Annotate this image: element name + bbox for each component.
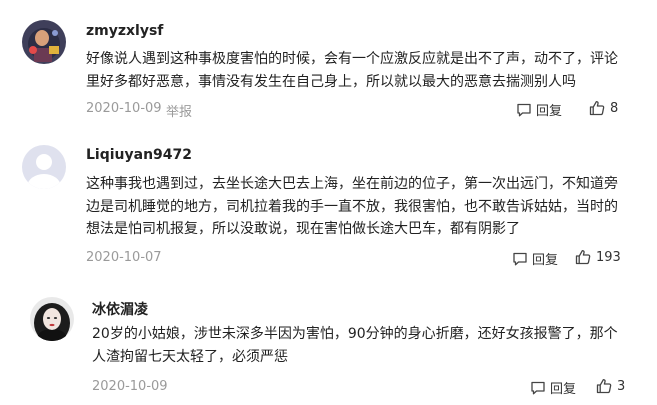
like-count: 3 — [617, 378, 626, 394]
comment-item: zmyzxlysf 好像说人遇到这种事极度害怕的时候，会有一个应激反应就是出不了… — [0, 0, 657, 130]
comment-text-line: 好像说人遇到这种事极度害怕的时候，会有一个应激反应就是出不了声，动不了，评论 — [86, 51, 618, 67]
avatar[interactable] — [30, 297, 74, 341]
reply-icon — [517, 103, 531, 116]
like-button[interactable]: 8 — [589, 100, 618, 116]
username[interactable]: zmyzxlysf — [86, 23, 163, 39]
username[interactable]: 冰依湄凌 — [92, 299, 148, 319]
comment-date: 2020-10-09 — [92, 379, 168, 394]
thumbs-up-icon — [596, 378, 612, 394]
like-count: 8 — [610, 100, 619, 116]
user-photo-avatar-icon — [30, 297, 74, 341]
default-user-avatar-icon — [22, 145, 66, 189]
comment-text-line: 边是司机睡觉的地方，司机拉着我的手一直不放，我很害怕，也不敢告诉姑姑，当时的 — [86, 198, 618, 215]
reply-icon — [531, 381, 545, 394]
username[interactable]: Liqiuyan9472 — [86, 147, 192, 163]
reply-label: 回复 — [532, 253, 559, 268]
like-button[interactable]: 193 — [575, 249, 621, 265]
avatar[interactable] — [22, 145, 66, 189]
reply-button[interactable]: 回复 — [512, 249, 558, 268]
user-photo-avatar-icon — [22, 20, 66, 64]
reply-label: 回复 — [550, 382, 577, 397]
comment-text: 20岁的小姑娘，涉世未深多半因为害怕，90分钟的身心折磨，还好女孩报警了，那个 … — [92, 323, 618, 368]
comment-item: Liqiuyan9472 这种事我也遇到过，去坐长途大巴去上海，坐在前边的位子，… — [0, 130, 657, 280]
comment-item: 冰依湄凌 20岁的小姑娘，涉世未深多半因为害怕，90分钟的身心折磨，还好女孩报警… — [0, 280, 657, 405]
comment-text-line: 20岁的小姑娘，涉世未深多半因为害怕，90分钟的身心折磨，还好女孩报警了，那个 — [92, 326, 618, 342]
comment-date: 2020-10-07 — [86, 250, 162, 265]
comment-text-line: 这种事我也遇到过，去坐长途大巴去上海，坐在前边的位子，第一次出远门，不知道旁 — [86, 176, 618, 192]
reply-button[interactable]: 回复 — [530, 378, 576, 397]
like-button[interactable]: 3 — [596, 378, 625, 394]
reply-label: 回复 — [536, 104, 563, 119]
comment-text: 这种事我也遇到过，去坐长途大巴去上海，坐在前边的位子，第一次出远门，不知道旁 边… — [86, 173, 618, 241]
comment-text-line: 里好多都好恶意，事情没有发生在自己身上，所以就以最大的恶意去揣测别人吗 — [86, 73, 576, 90]
reply-button[interactable]: 回复 — [516, 100, 562, 119]
like-count: 193 — [596, 249, 621, 265]
avatar[interactable] — [22, 20, 66, 64]
thumbs-up-icon — [589, 100, 605, 116]
comment-text-line: 想法是怕司机报复，所以没敢说，现在害怕做长途大巴车，都有阴影了 — [86, 221, 520, 237]
reply-icon — [513, 252, 527, 265]
report-button[interactable]: 举报 — [166, 101, 192, 120]
comment-text-line: 人渣拘留七天太轻了，必须严惩 — [92, 348, 288, 365]
comment-date: 2020-10-09 — [86, 101, 162, 116]
thumbs-up-icon — [575, 249, 591, 265]
comment-text: 好像说人遇到这种事极度害怕的时候，会有一个应激反应就是出不了声，动不了，评论 里… — [86, 48, 618, 93]
